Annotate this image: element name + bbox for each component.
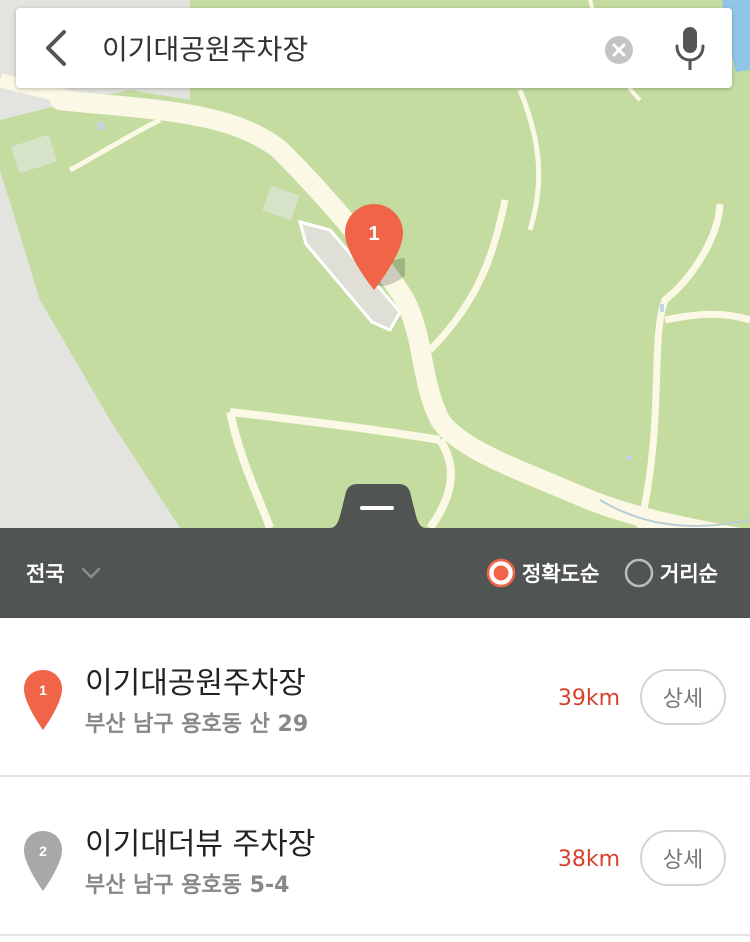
- sort-option-distance[interactable]: 거리순: [624, 557, 718, 589]
- map-pin-icon: 1: [24, 670, 62, 730]
- clear-search-icon[interactable]: [604, 35, 634, 65]
- back-arrow-icon[interactable]: [38, 28, 78, 68]
- map-poi: [660, 304, 664, 312]
- list-item[interactable]: 2 이기대더뷰 주차장 부산 남구 용호동 5-4 38km 상세: [0, 777, 750, 936]
- search-input[interactable]: [102, 28, 602, 68]
- sort-option-label: 정확도순: [522, 562, 600, 586]
- results-list: 1 이기대공원주차장 부산 남구 용호동 산 29 39km 상세 2 이기대더…: [0, 618, 750, 936]
- place-address: 부산 남구 용호동 5-4: [85, 873, 290, 898]
- place-name: 이기대공원주차장: [85, 666, 306, 701]
- map-poi: [626, 456, 632, 460]
- region-label: 전국: [26, 562, 65, 586]
- selected-place-marker[interactable]: 1: [343, 202, 405, 294]
- detail-button[interactable]: 상세: [640, 669, 726, 725]
- marker-number: 1: [368, 223, 379, 245]
- place-distance: 39km: [557, 686, 620, 711]
- radio-unselected-icon: [624, 558, 654, 588]
- pin-number: 2: [39, 843, 47, 859]
- place-address: 부산 남구 용호동 산 29: [85, 712, 309, 737]
- map-pin-icon: 2: [24, 831, 62, 891]
- search-bar: [16, 8, 732, 88]
- filter-bar: 전국 정확도순 거리순: [0, 528, 750, 618]
- map-poi: [98, 122, 104, 130]
- sort-option-accuracy[interactable]: 정확도순: [486, 557, 599, 589]
- list-item[interactable]: 1 이기대공원주차장 부산 남구 용호동 산 29 39km 상세: [0, 618, 750, 777]
- place-name: 이기대더뷰 주차장: [85, 827, 316, 862]
- sort-option-label: 거리순: [660, 562, 718, 586]
- chevron-down-icon: [81, 567, 100, 579]
- place-distance: 38km: [557, 847, 620, 872]
- drag-handle-icon: [360, 506, 394, 510]
- bottom-sheet-handle[interactable]: [318, 482, 438, 528]
- pin-number: 1: [39, 682, 47, 698]
- detail-button[interactable]: 상세: [640, 830, 726, 886]
- region-selector[interactable]: 전국: [26, 558, 101, 588]
- radio-selected-icon: [486, 558, 516, 588]
- microphone-icon[interactable]: [674, 26, 706, 72]
